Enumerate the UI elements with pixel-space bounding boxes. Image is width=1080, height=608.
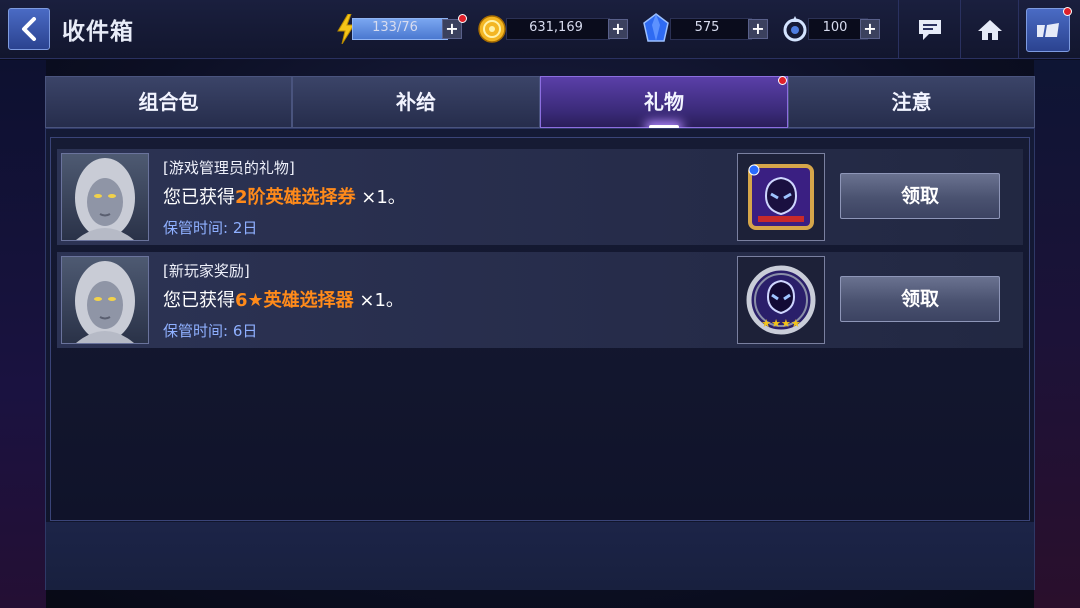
- page-title: 收件箱: [62, 19, 134, 45]
- mail-message: 您已获得2阶英雄选择券 ×1。: [163, 183, 406, 209]
- storage-time: 保管时间: 2日: [163, 219, 258, 237]
- points-icon: [783, 16, 807, 42]
- claim-button[interactable]: 领取: [840, 173, 1000, 219]
- gold-value: 631,169: [529, 20, 583, 35]
- avatar: [61, 153, 149, 241]
- message-text: 您已获得: [163, 187, 235, 208]
- notification-dot: [1063, 7, 1072, 16]
- hero-ticket-icon: [748, 164, 814, 230]
- gold-resource: 631,169 +: [478, 15, 630, 43]
- menu-icon: [1037, 23, 1059, 37]
- divider: [960, 0, 961, 58]
- gold-plus-button[interactable]: +: [608, 19, 628, 39]
- mail-title: [游戏管理员的礼物]: [163, 159, 295, 177]
- panel-footer: [46, 522, 1034, 590]
- reward-quantity: ×1。: [355, 187, 406, 208]
- claim-button[interactable]: 领取: [840, 276, 1000, 322]
- reward-item-name: 2阶英雄选择券: [235, 187, 356, 208]
- mail-title: [新玩家奖励]: [163, 262, 250, 280]
- background-right: [1034, 60, 1080, 608]
- tab-bundle[interactable]: 组合包: [45, 76, 292, 128]
- home-button[interactable]: [968, 8, 1012, 52]
- tab-supply[interactable]: 补给: [292, 76, 540, 128]
- divider: [1018, 0, 1019, 58]
- reward-item[interactable]: [737, 153, 825, 241]
- crystal-plus-button[interactable]: +: [748, 19, 768, 39]
- tab-gift[interactable]: 礼物: [540, 76, 788, 129]
- mail-message: 您已获得6★英雄选择器 ×1。: [163, 286, 404, 312]
- divider: [898, 0, 899, 58]
- hero-portrait-icon: [75, 261, 135, 343]
- points-resource: 100 +: [782, 16, 886, 42]
- reward-item[interactable]: ★★★★: [737, 256, 825, 344]
- energy-value: 133/76: [372, 20, 418, 35]
- list-item: [新玩家奖励] 您已获得6★英雄选择器 ×1。 保管时间: 6日 ★★★★ 领取: [57, 252, 1023, 348]
- tab-notice[interactable]: 注意: [788, 76, 1035, 128]
- crystal-icon: [643, 13, 669, 42]
- storage-time: 保管时间: 6日: [163, 322, 258, 340]
- home-icon: [978, 20, 1002, 40]
- hero-selector-icon: ★★★★: [746, 265, 816, 335]
- top-bar: 收件箱 133/76 + 631,169 + 575 + 100 +: [0, 0, 1080, 59]
- back-button[interactable]: [8, 8, 50, 50]
- list-item: [游戏管理员的礼物] 您已获得2阶英雄选择券 ×1。 保管时间: 2日 领取: [57, 149, 1023, 245]
- chat-button[interactable]: [908, 8, 952, 52]
- points-plus-button[interactable]: +: [860, 19, 880, 39]
- menu-button[interactable]: [1026, 7, 1072, 52]
- chevron-left-icon: [22, 17, 36, 41]
- reward-item-name: 6★英雄选择器: [235, 290, 354, 311]
- crystal-resource: 575 +: [642, 13, 770, 42]
- background-left: [0, 60, 46, 608]
- notification-dot: [778, 76, 787, 85]
- gold-coin-icon: [478, 15, 506, 43]
- reward-quantity: ×1。: [353, 290, 404, 311]
- avatar: [61, 256, 149, 344]
- mail-tabs: 组合包 补给 礼物 注意: [45, 76, 1035, 129]
- message-text: 您已获得: [163, 290, 235, 311]
- hero-portrait-icon: [75, 158, 135, 240]
- crystal-value: 575: [694, 20, 720, 35]
- energy-resource: 133/76 +: [336, 14, 467, 44]
- svg-text:★★★★: ★★★★: [761, 317, 801, 330]
- chat-icon: [919, 20, 941, 40]
- points-value: 100: [822, 20, 848, 35]
- notification-dot: [458, 14, 467, 23]
